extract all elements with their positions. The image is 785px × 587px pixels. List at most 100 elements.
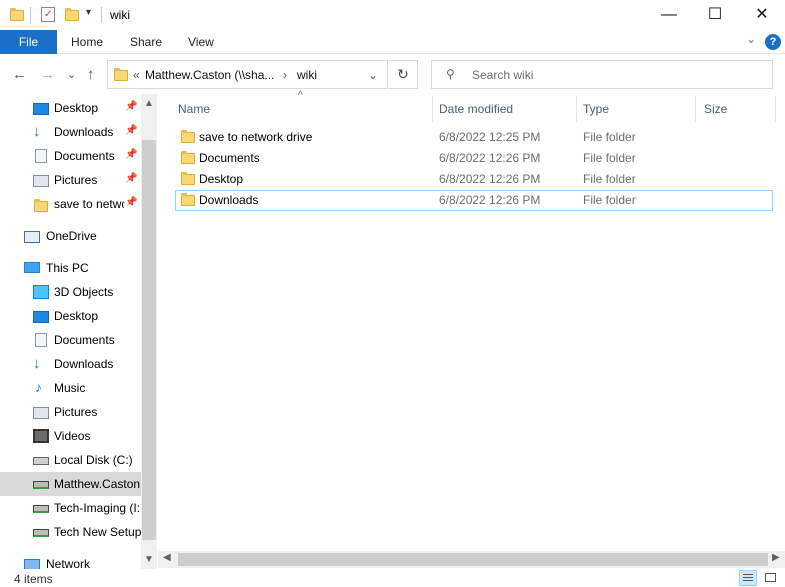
network-drive-icon xyxy=(33,505,49,513)
column-header-size[interactable]: Size xyxy=(704,102,727,116)
new-folder-icon[interactable] xyxy=(65,8,79,21)
breadcrumb-item-wiki[interactable]: wiki xyxy=(297,68,317,82)
horizontal-scrollbar-thumb[interactable] xyxy=(178,553,768,566)
column-divider[interactable] xyxy=(695,96,696,122)
sidebar-item-label: Desktop xyxy=(54,309,99,323)
folder-icon xyxy=(34,199,48,212)
sidebar-item-downloads[interactable]: ↓ Downloads xyxy=(0,352,141,376)
details-view-icon[interactable] xyxy=(739,570,757,586)
table-row[interactable]: save to network drive 6/8/2022 12:25 PM … xyxy=(175,127,773,148)
table-row[interactable]: Downloads 6/8/2022 12:26 PM File folder xyxy=(175,190,773,211)
expand-ribbon-icon[interactable]: ⌄ xyxy=(746,32,756,46)
sidebar-item-3d-objects[interactable]: 3D Objects xyxy=(0,280,141,304)
column-header-type[interactable]: Type xyxy=(583,102,609,116)
title-separator xyxy=(101,7,102,23)
sidebar-item-local-disk[interactable]: Local Disk (C:) xyxy=(0,448,141,472)
file-date: 6/8/2022 12:26 PM xyxy=(439,172,541,186)
folder-icon xyxy=(181,172,195,185)
sidebar-item-label: 3D Objects xyxy=(54,285,114,299)
tab-share[interactable]: Share xyxy=(130,30,162,54)
sidebar-item-this-pc[interactable]: This PC xyxy=(0,256,141,280)
search-box[interactable]: ⚲ Search wiki xyxy=(431,60,773,89)
desktop-icon xyxy=(33,311,49,323)
sidebar-item-label: Local Disk (C:) xyxy=(54,453,133,467)
file-name: Documents xyxy=(199,151,260,165)
sidebar-item-label: Documents xyxy=(54,333,115,347)
this-pc-icon xyxy=(24,262,40,273)
ribbon-tabs: File Home Share View ⌄ ? xyxy=(0,30,785,54)
close-button[interactable]: ✕ xyxy=(739,0,785,30)
folder-icon xyxy=(181,193,195,206)
maximize-button[interactable]: ☐ xyxy=(692,0,738,30)
file-name: Desktop xyxy=(199,172,244,186)
sidebar-item-quick-downloads[interactable]: ↓ Downloads 📌 xyxy=(0,120,141,144)
pin-icon: 📌 xyxy=(125,101,138,112)
file-date: 6/8/2022 12:26 PM xyxy=(439,193,541,207)
forward-button[interactable]: → xyxy=(40,66,55,83)
sidebar-item-music[interactable]: ♪ Music xyxy=(0,376,141,400)
status-bar: 4 items xyxy=(0,569,785,587)
address-bar[interactable]: « Matthew.Caston (\\sha... › wiki ⌄ xyxy=(107,60,388,89)
sidebar-item-label: Tech-Imaging (I: xyxy=(54,501,141,515)
column-divider[interactable] xyxy=(432,96,433,122)
documents-icon xyxy=(35,149,47,163)
sidebar-item-quick-save-to-network[interactable]: save to netwo 📌 xyxy=(0,192,141,216)
address-folder-icon xyxy=(114,68,128,81)
sidebar-item-label: Pictures xyxy=(54,405,98,419)
folder-icon xyxy=(181,151,195,164)
table-row[interactable]: Desktop 6/8/2022 12:26 PM File folder xyxy=(175,169,773,190)
sidebar-item-onedrive[interactable]: OneDrive xyxy=(0,224,141,248)
sidebar-item-tech-imaging[interactable]: Tech-Imaging (I: xyxy=(0,496,141,520)
customize-qat-icon[interactable]: ▾ xyxy=(86,7,91,18)
file-list: ^ Name Date modified Type Size save to n… xyxy=(158,90,785,571)
breadcrumb-overflow[interactable]: « xyxy=(133,68,140,82)
horizontal-scrollbar[interactable]: ◀ ▶ xyxy=(158,551,785,568)
minimize-button[interactable]: — xyxy=(646,0,692,30)
large-icons-view-icon[interactable] xyxy=(762,570,780,586)
downloads-icon: ↓ xyxy=(33,123,41,140)
sidebar-item-label: Matthew.Caston xyxy=(54,477,141,491)
column-divider[interactable] xyxy=(576,96,577,122)
sidebar-item-pictures[interactable]: Pictures xyxy=(0,400,141,424)
sidebar-item-matthew-caston[interactable]: Matthew.Caston xyxy=(0,472,141,496)
title-bar: ✓ ▾ wiki — ☐ ✕ xyxy=(0,0,785,30)
sidebar-item-desktop[interactable]: Desktop xyxy=(0,304,141,328)
file-name: save to network drive xyxy=(199,130,313,144)
table-row[interactable]: Documents 6/8/2022 12:26 PM File folder xyxy=(175,148,773,169)
tab-view[interactable]: View xyxy=(188,30,214,54)
pin-icon: 📌 xyxy=(125,173,138,184)
sidebar-item-tech-new-setup[interactable]: Tech New Setup xyxy=(0,520,141,544)
sidebar-item-quick-desktop[interactable]: Desktop 📌 xyxy=(0,96,141,120)
up-button[interactable]: ↑ xyxy=(87,66,95,83)
column-header-date-modified[interactable]: Date modified xyxy=(439,102,513,116)
sidebar-item-label: Downloads xyxy=(54,125,114,139)
sidebar-item-label: Music xyxy=(54,381,86,395)
tab-file[interactable]: File xyxy=(0,30,57,54)
pictures-icon xyxy=(33,407,49,419)
sidebar-item-documents[interactable]: Documents xyxy=(0,328,141,352)
refresh-button[interactable]: ↻ xyxy=(389,60,418,89)
recent-locations-button[interactable]: ⌄ xyxy=(67,68,76,81)
sidebar-item-quick-pictures[interactable]: Pictures 📌 xyxy=(0,168,141,192)
nav-scrollbar-thumb[interactable] xyxy=(142,140,156,540)
folder-icon xyxy=(181,130,195,143)
breadcrumb-separator[interactable]: › xyxy=(283,68,287,82)
file-date: 6/8/2022 12:25 PM xyxy=(439,130,541,144)
sidebar-item-videos[interactable]: Videos xyxy=(0,424,141,448)
address-dropdown-icon[interactable]: ⌄ xyxy=(368,68,378,82)
breadcrumb-item-share[interactable]: Matthew.Caston (\\sha... xyxy=(145,68,274,82)
column-header-name[interactable]: Name xyxy=(178,102,210,116)
scroll-up-icon[interactable]: ▲ xyxy=(141,96,157,112)
file-type: File folder xyxy=(583,193,636,207)
help-icon[interactable]: ? xyxy=(765,34,781,50)
search-input[interactable]: Search wiki xyxy=(472,68,533,82)
back-button[interactable]: ← xyxy=(12,66,27,83)
column-divider[interactable] xyxy=(775,96,776,122)
scroll-down-icon[interactable]: ▼ xyxy=(141,552,157,568)
pin-icon: 📌 xyxy=(125,197,138,208)
tab-home[interactable]: Home xyxy=(71,30,103,54)
properties-icon[interactable]: ✓ xyxy=(41,7,55,22)
scroll-right-icon[interactable]: ▶ xyxy=(772,552,780,563)
scroll-left-icon[interactable]: ◀ xyxy=(163,552,171,563)
sidebar-item-quick-documents[interactable]: Documents 📌 xyxy=(0,144,141,168)
